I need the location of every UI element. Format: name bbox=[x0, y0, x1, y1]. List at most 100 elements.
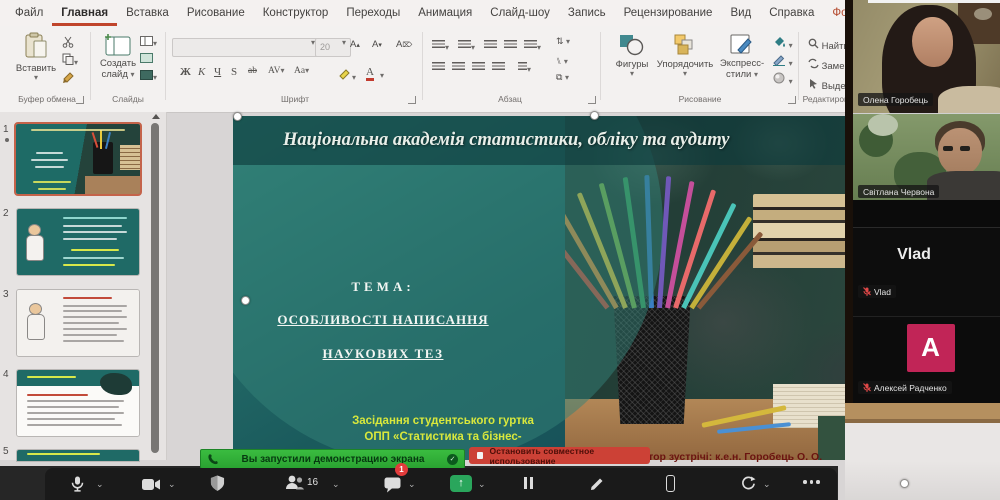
align-right-button[interactable] bbox=[472, 62, 485, 75]
underline-button[interactable]: Ч bbox=[214, 66, 221, 78]
copy-button[interactable]: ▾ bbox=[62, 53, 78, 68]
tab-рецензирование[interactable]: Рецензирование bbox=[615, 0, 722, 26]
font-color-button[interactable]: А bbox=[366, 66, 374, 81]
strikethrough-button[interactable]: ab bbox=[248, 66, 257, 76]
share-screen-icon[interactable]: ↑ bbox=[450, 475, 472, 492]
security-shield-icon[interactable] bbox=[210, 475, 225, 492]
convert-smartart-button[interactable]: ⧉ ▾ bbox=[556, 72, 569, 83]
section-button[interactable]: ▾ bbox=[140, 70, 157, 83]
shape-outline-button[interactable]: ▾ bbox=[772, 54, 793, 69]
numbering-button[interactable]: ▾ bbox=[458, 40, 475, 53]
tab-переходы[interactable]: Переходы bbox=[337, 0, 409, 26]
selection-handle[interactable] bbox=[900, 479, 909, 488]
text-direction-button[interactable]: ⑊ ▾ bbox=[556, 56, 568, 66]
font-name-combobox[interactable]: ▾ bbox=[172, 38, 320, 57]
chevron-up-icon[interactable]: ⌄ bbox=[168, 479, 176, 490]
decrease-indent-button[interactable] bbox=[484, 40, 497, 53]
slide-thumbnail-2[interactable] bbox=[16, 208, 140, 276]
tab-файл[interactable]: Файл bbox=[6, 0, 52, 26]
check-circle-icon[interactable]: ✓ bbox=[447, 454, 458, 465]
chevron-down-icon: ▾ bbox=[14, 74, 58, 82]
remote-control-icon[interactable] bbox=[666, 475, 675, 492]
selection-handle[interactable] bbox=[241, 296, 250, 305]
video-tile-participant-3[interactable]: Vlad Vlad bbox=[853, 228, 1000, 317]
chevron-down-icon: ▾ bbox=[789, 77, 793, 86]
stop-share-button[interactable]: Остановить совместное использование bbox=[469, 447, 650, 464]
annotate-pencil-icon[interactable] bbox=[590, 476, 605, 491]
dialog-launcher-icon[interactable] bbox=[408, 96, 416, 104]
tab-запись[interactable]: Запись bbox=[559, 0, 615, 26]
slide-thumbnail-3[interactable] bbox=[16, 289, 140, 357]
selection-handle[interactable] bbox=[233, 112, 242, 121]
shapes-button[interactable]: Фигуры ▾ bbox=[612, 34, 652, 78]
columns-button[interactable]: ▾ bbox=[518, 62, 531, 75]
chevron-up-icon[interactable]: ⌄ bbox=[408, 479, 416, 490]
slide-layout-button[interactable]: ▾ bbox=[140, 36, 157, 49]
shape-fill-button[interactable]: ▾ bbox=[772, 36, 793, 51]
participants-icon[interactable] bbox=[285, 475, 304, 491]
record-icon[interactable] bbox=[740, 476, 756, 491]
shrink-font-button[interactable]: A▾ bbox=[372, 39, 382, 50]
chat-icon[interactable] bbox=[384, 477, 401, 493]
slide-title-box[interactable]: Національна академія статистики, обліку … bbox=[233, 116, 933, 165]
tab-слайд-шоу[interactable]: Слайд-шоу bbox=[481, 0, 559, 26]
reset-slide-button[interactable] bbox=[140, 53, 153, 66]
chevron-up-icon[interactable]: ⌄ bbox=[332, 479, 340, 490]
bold-button[interactable]: Ж bbox=[180, 66, 191, 78]
video-tile-participant-4[interactable]: А Алексей Радченко bbox=[853, 317, 1000, 403]
format-painter-button[interactable] bbox=[62, 72, 74, 87]
justify-button[interactable] bbox=[492, 62, 505, 75]
highlighter-icon bbox=[338, 68, 352, 80]
slide-thumbnail-5[interactable] bbox=[16, 449, 140, 462]
shadow-button[interactable]: S bbox=[231, 66, 237, 78]
cut-button[interactable] bbox=[62, 36, 74, 51]
chevron-up-icon[interactable]: ⌄ bbox=[96, 479, 104, 490]
clear-formatting-button[interactable]: A⌦ bbox=[396, 39, 412, 50]
font-size-combobox[interactable]: 20▾ bbox=[315, 38, 351, 57]
slide-topic-box[interactable]: ТЕМА: ОСОБЛИВОСТІ НАПИСАННЯ НАУКОВИХ ТЕЗ bbox=[259, 279, 507, 362]
paste-button[interactable]: Вставить ▾ bbox=[14, 32, 58, 82]
tab-справка[interactable]: Справка bbox=[760, 0, 823, 26]
tab-конструктор[interactable]: Конструктор bbox=[254, 0, 338, 26]
tab-главная[interactable]: Главная bbox=[52, 0, 117, 26]
slide-canvas[interactable]: Національна академія статистики, обліку … bbox=[233, 116, 933, 460]
chevron-up-icon[interactable]: ⌄ bbox=[478, 479, 486, 490]
scrollbar-thumb[interactable] bbox=[151, 123, 159, 453]
bullets-button[interactable]: ▾ bbox=[432, 40, 449, 53]
line-spacing-button[interactable]: ▾ bbox=[524, 40, 541, 53]
dialog-launcher-icon[interactable] bbox=[588, 96, 596, 104]
chevron-up-icon[interactable]: ⌄ bbox=[763, 479, 771, 490]
char-spacing-button[interactable]: AV▾ bbox=[268, 66, 285, 76]
quick-styles-button[interactable]: Экспресс-стили ▾ bbox=[718, 34, 766, 81]
new-slide-button[interactable]: Создатьслайд ▾ bbox=[96, 34, 140, 81]
slide-thumbnail-4[interactable] bbox=[16, 369, 140, 437]
video-tile-participant-2[interactable]: Світлана Червона bbox=[853, 114, 1000, 228]
slide-thumbnail-1[interactable] bbox=[14, 122, 142, 196]
sort-button[interactable]: ⇅ ▾ bbox=[556, 36, 570, 47]
tab-анимация[interactable]: Анимация bbox=[409, 0, 481, 26]
tab-вид[interactable]: Вид bbox=[721, 0, 760, 26]
align-left-button[interactable] bbox=[432, 62, 445, 75]
grow-font-button[interactable]: A▴ bbox=[350, 39, 360, 50]
highlight-button[interactable]: ▾ bbox=[338, 68, 356, 83]
thumbnail-scrollbar[interactable] bbox=[151, 114, 159, 458]
tab-рисование[interactable]: Рисование bbox=[178, 0, 254, 26]
tab-вставка[interactable]: Вставка bbox=[117, 0, 178, 26]
align-center-button[interactable] bbox=[452, 62, 465, 75]
video-camera-icon[interactable] bbox=[142, 478, 161, 491]
change-case-button[interactable]: Aa▾ bbox=[294, 66, 309, 76]
scroll-up-arrow-icon[interactable] bbox=[152, 114, 160, 119]
pause-share-icon[interactable] bbox=[524, 477, 533, 489]
dialog-launcher-icon[interactable] bbox=[788, 96, 796, 104]
increase-indent-button[interactable] bbox=[504, 40, 517, 53]
shape-effects-button[interactable]: ▾ bbox=[772, 72, 793, 87]
italic-button[interactable]: К bbox=[198, 66, 205, 78]
selection-handle[interactable] bbox=[590, 111, 599, 120]
mic-icon[interactable] bbox=[70, 475, 85, 493]
footer-line-1: Засідання студентського гуртка bbox=[263, 413, 623, 429]
more-options-icon[interactable] bbox=[803, 480, 820, 484]
find-button[interactable]: Найти bbox=[808, 38, 849, 52]
video-tile-participant-1[interactable]: Олена Горобець bbox=[853, 0, 1000, 114]
arrange-button[interactable]: Упорядочить ▾ bbox=[656, 34, 714, 78]
slide-footer-box[interactable]: Засідання студентського гуртка ОПП «Стат… bbox=[263, 413, 623, 445]
